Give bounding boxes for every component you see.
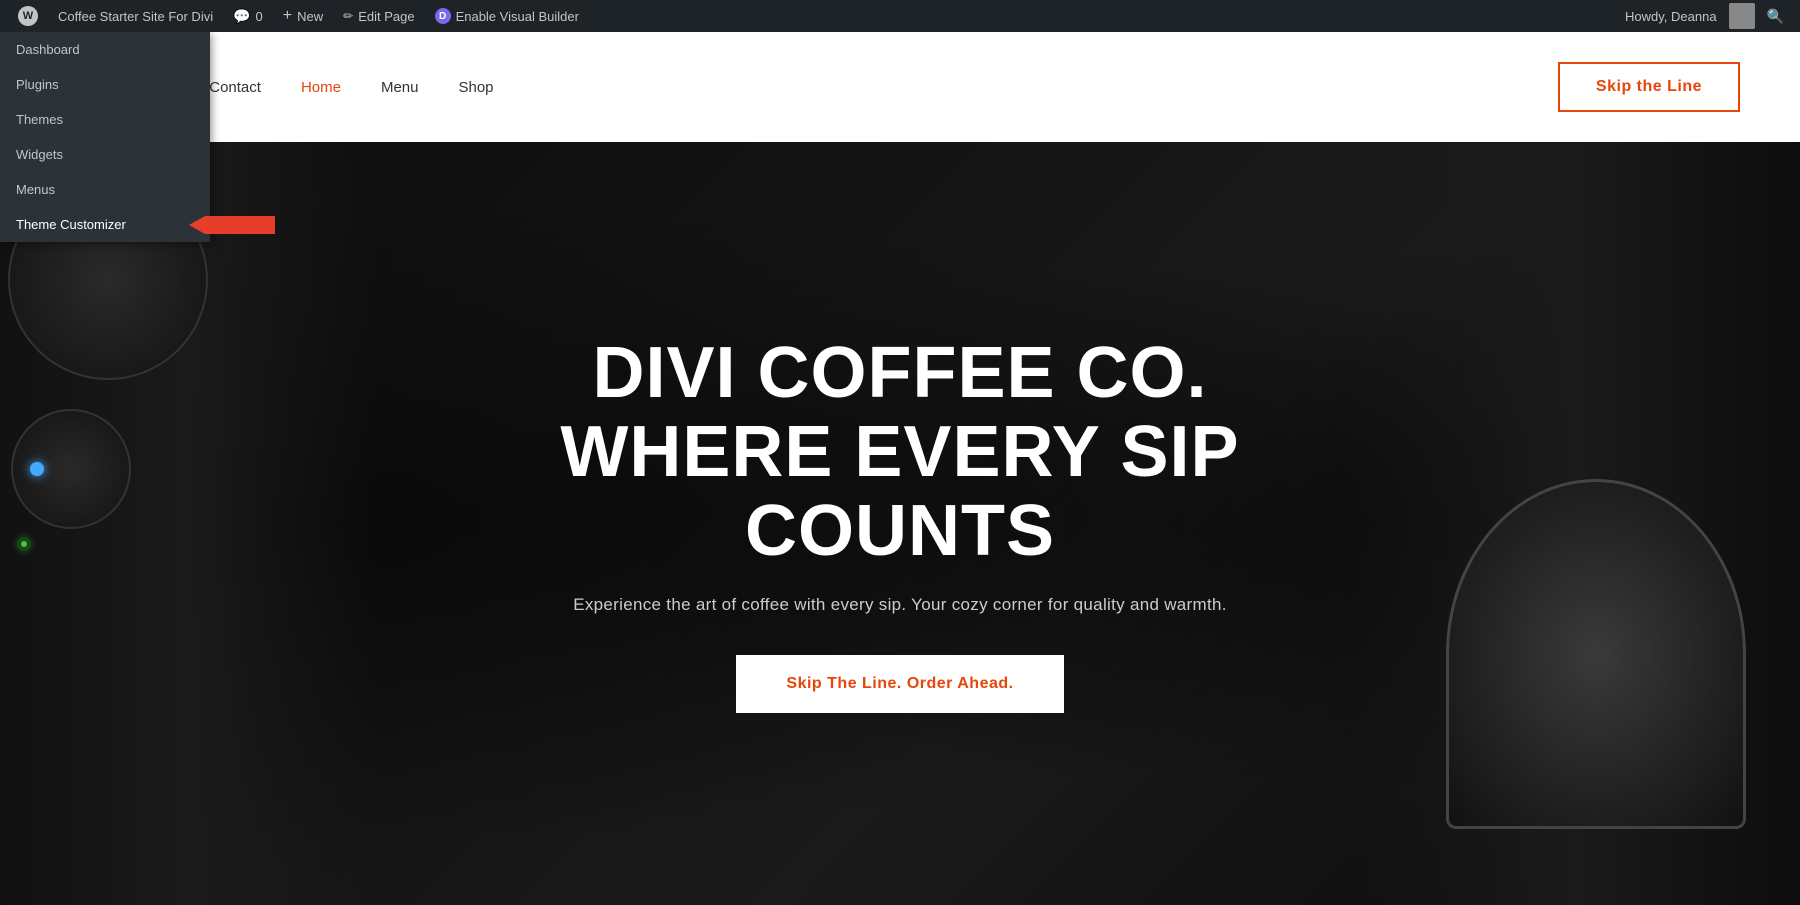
dropdown-item-theme-customizer[interactable]: Theme Customizer bbox=[0, 207, 210, 242]
portafilter bbox=[1446, 479, 1746, 829]
widgets-label: Widgets bbox=[16, 147, 63, 162]
wp-logo-item[interactable]: W bbox=[8, 0, 48, 32]
dropdown-item-plugins[interactable]: Plugins bbox=[0, 67, 210, 102]
dropdown-menu: Dashboard Plugins Themes Widgets Menus T… bbox=[0, 32, 210, 242]
hero-section: DIVI COFFEE CO. WHERE EVERY SIP COUNTS E… bbox=[0, 142, 1800, 905]
user-avatar[interactable] bbox=[1729, 3, 1755, 29]
edit-page-item[interactable]: ✏ Edit Page bbox=[333, 0, 424, 32]
coffee-machine-left bbox=[0, 142, 380, 905]
edit-page-label: Edit Page bbox=[358, 9, 414, 24]
plugins-label: Plugins bbox=[16, 77, 59, 92]
dropdown-item-themes[interactable]: Themes bbox=[0, 102, 210, 137]
skip-the-line-button[interactable]: Skip the Line bbox=[1558, 62, 1740, 112]
dropdown-item-dashboard[interactable]: Dashboard bbox=[0, 32, 210, 67]
visual-builder-item[interactable]: D Enable Visual Builder bbox=[425, 0, 589, 32]
dropdown-item-menus[interactable]: Menus bbox=[0, 172, 210, 207]
arrow-body bbox=[205, 216, 275, 234]
site-nav: About Blog Contact Home Menu Shop bbox=[60, 79, 1558, 96]
hero-title: DIVI COFFEE CO. WHERE EVERY SIP COUNTS bbox=[490, 334, 1310, 572]
page-wrapper: About Blog Contact Home Menu Shop Skip t… bbox=[0, 32, 1800, 905]
comment-icon: 💬 bbox=[233, 8, 250, 25]
divi-icon: D bbox=[435, 8, 451, 24]
howdy-text: Howdy, Deanna bbox=[1617, 9, 1725, 24]
comments-count: 0 bbox=[256, 9, 263, 24]
comments-item[interactable]: 💬 0 bbox=[223, 0, 273, 32]
visual-builder-label: Enable Visual Builder bbox=[456, 9, 579, 24]
nav-home[interactable]: Home bbox=[301, 79, 341, 96]
site-header: About Blog Contact Home Menu Shop Skip t… bbox=[0, 32, 1800, 142]
nav-shop[interactable]: Shop bbox=[458, 79, 493, 96]
hero-cta-button[interactable]: Skip The Line. Order Ahead. bbox=[736, 655, 1063, 713]
nav-menu[interactable]: Menu bbox=[381, 79, 419, 96]
wp-logo: W bbox=[18, 6, 38, 26]
pencil-icon: ✏ bbox=[343, 9, 353, 23]
green-light-2 bbox=[19, 539, 29, 549]
coffee-machine-right bbox=[1350, 142, 1800, 905]
themes-label: Themes bbox=[16, 112, 63, 127]
red-arrow-indicator bbox=[205, 216, 275, 234]
theme-customizer-label: Theme Customizer bbox=[16, 217, 126, 232]
search-icon[interactable]: 🔍 bbox=[1759, 8, 1792, 25]
nav-contact[interactable]: Contact bbox=[209, 79, 261, 96]
dropdown-item-widgets[interactable]: Widgets bbox=[0, 137, 210, 172]
admin-bar: W Coffee Starter Site For Divi 💬 0 + New… bbox=[0, 0, 1800, 32]
new-item[interactable]: + New bbox=[273, 0, 333, 32]
dashboard-label: Dashboard bbox=[16, 42, 80, 57]
hero-subtitle: Experience the art of coffee with every … bbox=[490, 595, 1310, 615]
site-name-item[interactable]: Coffee Starter Site For Divi bbox=[48, 0, 223, 32]
plus-icon: + bbox=[283, 7, 292, 25]
admin-bar-left: W Coffee Starter Site For Divi 💬 0 + New… bbox=[8, 0, 1617, 32]
admin-bar-right: Howdy, Deanna 🔍 bbox=[1617, 3, 1792, 29]
machine-circle-2 bbox=[11, 409, 131, 529]
hero-content: DIVI COFFEE CO. WHERE EVERY SIP COUNTS E… bbox=[450, 334, 1350, 714]
new-label: New bbox=[297, 9, 323, 24]
site-name-label: Coffee Starter Site For Divi bbox=[58, 9, 213, 24]
menus-label: Menus bbox=[16, 182, 55, 197]
